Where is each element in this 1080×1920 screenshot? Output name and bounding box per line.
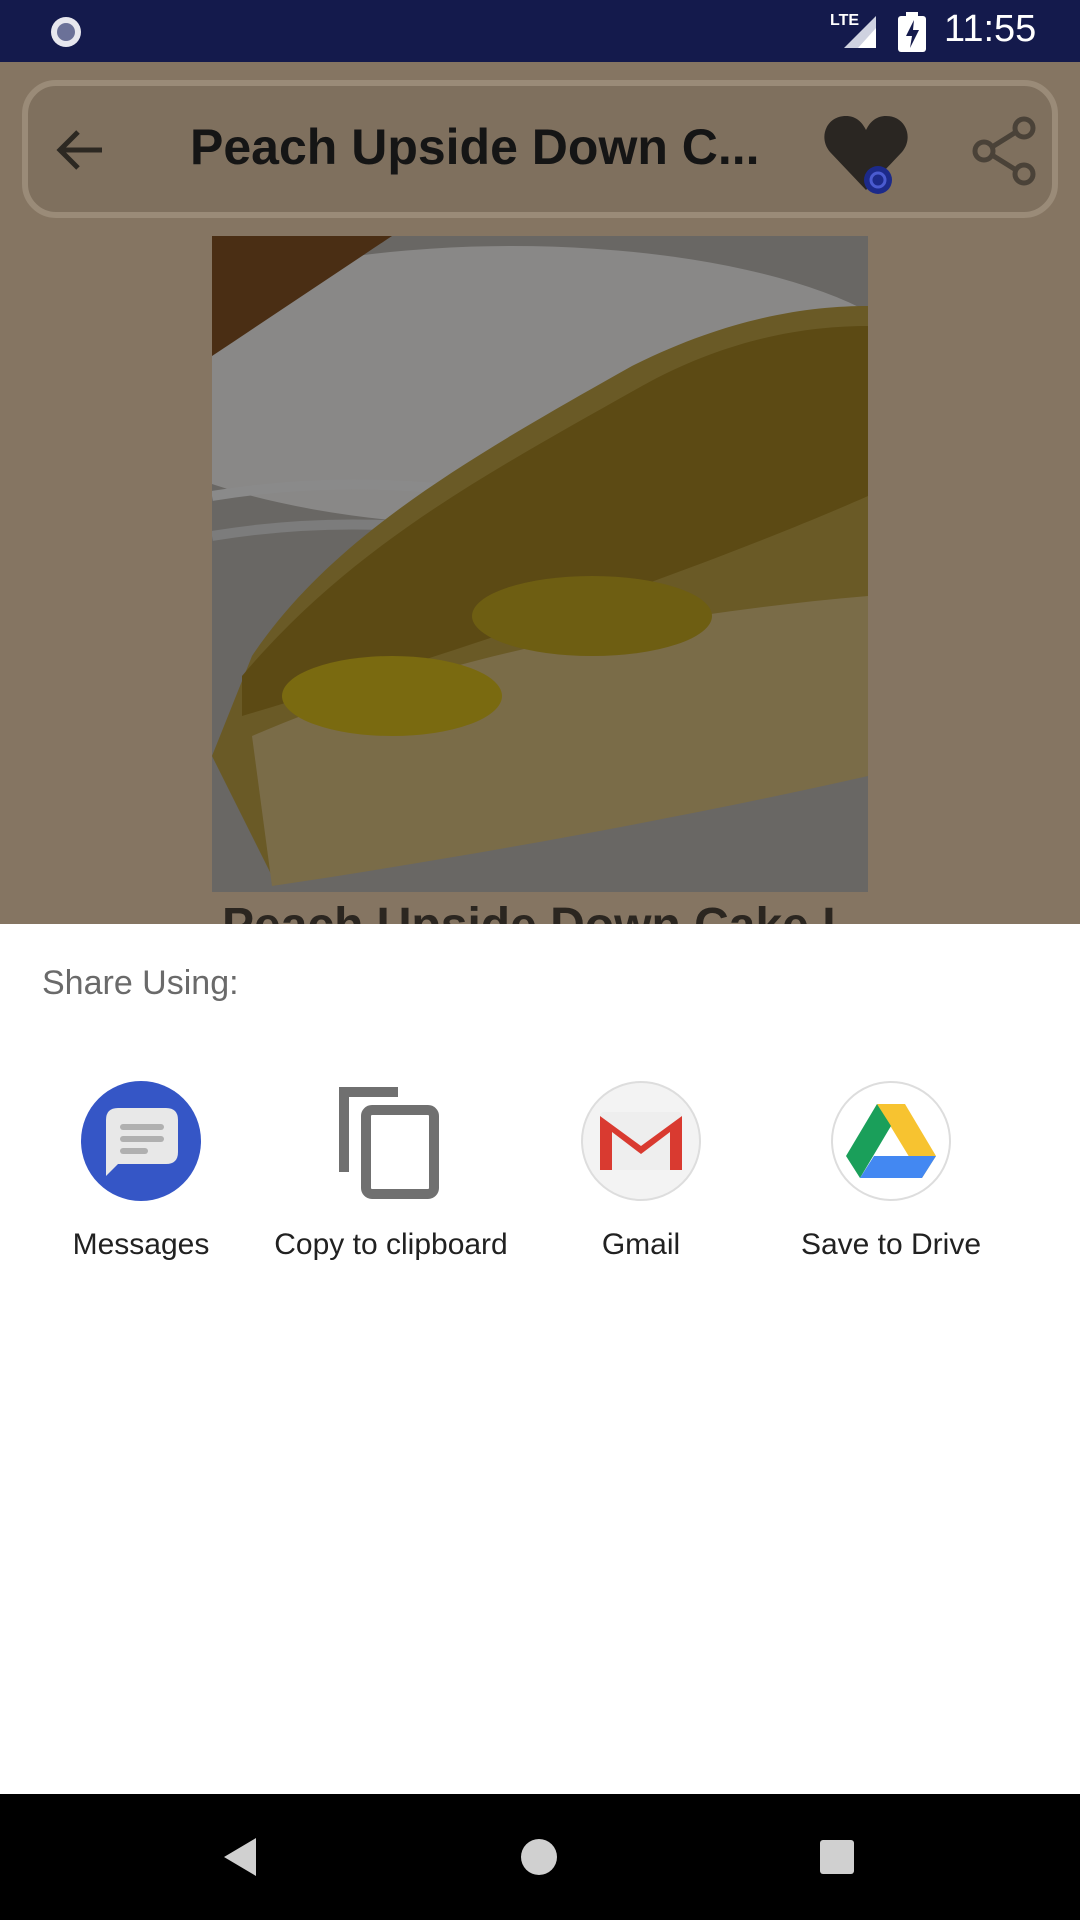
share-icon[interactable] [972, 116, 1038, 186]
navigation-bar [0, 1794, 1080, 1920]
share-target-save-to-drive[interactable]: Save to Drive [766, 1080, 1016, 1264]
gmail-icon [580, 1080, 702, 1202]
status-bar: LTE 11:55 [0, 0, 1080, 62]
copy-icon [330, 1080, 452, 1202]
share-sheet-heading: Share Using: [42, 964, 239, 1002]
share-target-label: Gmail [601, 1228, 681, 1261]
battery-charging-icon [898, 12, 926, 52]
recipe-photo [212, 236, 868, 892]
page-title: Peach Upside Down C... [190, 119, 760, 175]
share-target-label: Messages [72, 1228, 210, 1261]
recipe-heading: Peach Upside Down Cake I [222, 899, 836, 926]
toolbar: Peach Upside Down C... [22, 80, 1058, 218]
signal-icon [844, 16, 876, 48]
share-target-gmail[interactable]: Gmail [516, 1080, 766, 1264]
nav-back-icon[interactable] [216, 1832, 266, 1882]
favorite-heart-icon[interactable] [820, 110, 912, 200]
share-target-messages[interactable]: Messages [16, 1080, 266, 1264]
clock: 11:55 [944, 8, 1037, 50]
nav-recents-icon[interactable] [812, 1832, 862, 1882]
share-target-label: Save to Drive [800, 1228, 982, 1261]
drive-icon [830, 1080, 952, 1202]
messages-icon [80, 1080, 202, 1202]
nav-home-icon[interactable] [514, 1832, 564, 1882]
sync-icon [51, 17, 81, 47]
share-sheet: Share Using: Messages Copy to clipboard [0, 924, 1080, 1794]
app-background: Peach Upside Down C... Peach Upside Down… [0, 62, 1080, 926]
share-target-label: Copy to clipboard [274, 1228, 508, 1261]
share-target-copy-to-clipboard[interactable]: Copy to clipboard [266, 1080, 516, 1264]
back-arrow-icon[interactable] [52, 122, 108, 178]
